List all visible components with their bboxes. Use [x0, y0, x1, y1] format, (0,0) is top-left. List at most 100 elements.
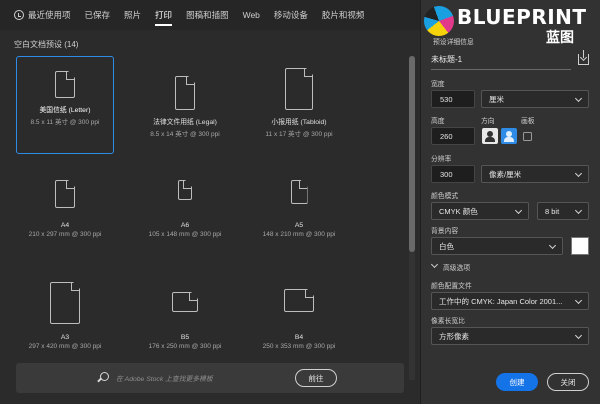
chevron-down-icon [574, 206, 583, 215]
tab-web[interactable]: Web [243, 0, 260, 30]
close-button[interactable]: 关闭 [547, 373, 589, 391]
tab-label: 胶片和视频 [321, 10, 365, 20]
preset-a3[interactable]: A3 297 x 420 mm @ 300 ppi [16, 282, 114, 350]
portrait-orientation-icon[interactable] [482, 128, 498, 144]
preset-size: 105 x 148 mm @ 300 ppi [148, 231, 222, 238]
save-preset-icon[interactable] [578, 50, 589, 65]
logo-subtext: 蓝图 [546, 29, 574, 45]
chevron-down-icon[interactable] [430, 260, 439, 269]
preset-grid: 美国信纸 (Letter) 8.5 x 11 英寸 @ 300 ppi 法律文件… [14, 56, 404, 380]
preset-legal[interactable]: 法律文件用纸 (Legal) 8.5 x 14 英寸 @ 300 ppi [136, 76, 234, 138]
details-panel: BLUEPRINT 蓝图 预设详细信息 未标题-1 宽度 530 厘米 高度 方… [419, 0, 600, 404]
scrollbar-thumb[interactable] [409, 56, 415, 252]
height-field[interactable]: 260 [431, 127, 475, 145]
tab-saved[interactable]: 已保存 [85, 0, 111, 30]
color-mode-select[interactable]: CMYK 颜色 [431, 202, 529, 220]
pixel-ratio-label: 像素长宽比 [431, 318, 465, 325]
background-select[interactable]: 白色 [431, 237, 563, 255]
chevron-down-icon [574, 94, 583, 103]
dropdown-value: 8 bit [545, 206, 560, 216]
preset-a5[interactable]: A5 148 x 210 mm @ 300 ppi [250, 180, 348, 238]
preset-size: 8.5 x 11 英寸 @ 300 ppi [30, 119, 100, 126]
tab-photo[interactable]: 照片 [124, 0, 141, 30]
width-label: 宽度 [431, 81, 445, 88]
advanced-options-toggle[interactable]: 高级选项 [443, 262, 470, 272]
category-tabs: 最近使用项 已保存 照片 打印 图稿和插图 Web 移动设备 胶片和视频 [0, 0, 420, 30]
preset-name: A3 [60, 334, 70, 341]
preset-name: 小报用纸 (Tabloid) [271, 119, 327, 126]
artboard-label: 画板 [521, 118, 535, 125]
preset-size: 148 x 210 mm @ 300 ppi [262, 231, 336, 238]
color-mode-label: 颜色模式 [431, 193, 459, 200]
color-profile-select[interactable]: 工作中的 CMYK: Japan Color 2001... [431, 292, 589, 310]
logo-emblem-icon [419, 1, 459, 41]
preset-name: 法律文件用纸 (Legal) [153, 119, 217, 126]
height-label: 高度 [431, 118, 445, 125]
section-title: 空白文档预设 (14) [14, 40, 79, 49]
dropdown-value: 方形像素 [439, 331, 469, 341]
tab-label: 最近使用项 [28, 10, 71, 20]
dropdown-value: 像素/厘米 [489, 169, 522, 179]
preset-panel: 空白文档预设 (14) 美国信纸 (Letter) 8.5 x 11 英寸 @ … [0, 30, 420, 404]
landscape-orientation-icon[interactable] [501, 128, 517, 144]
background-label: 背景内容 [431, 228, 459, 235]
tab-label: 打印 [155, 10, 173, 20]
tab-label: Web [242, 10, 260, 20]
dropdown-value: CMYK 颜色 [439, 206, 478, 216]
create-button[interactable]: 创建 [496, 373, 538, 391]
preset-a4[interactable]: A4 210 x 297 mm @ 300 ppi [16, 180, 114, 238]
document-icon [55, 180, 75, 208]
tab-label: 移动设备 [273, 10, 308, 20]
preset-size: 176 x 250 mm @ 300 ppi [148, 343, 222, 350]
width-field[interactable]: 530 [431, 90, 475, 108]
preset-name: A6 [180, 222, 190, 229]
chevron-down-icon [574, 169, 583, 178]
preset-b5[interactable]: B5 176 x 250 mm @ 300 ppi [136, 292, 234, 350]
tab-art-illustration[interactable]: 图稿和插图 [186, 0, 229, 30]
tab-print[interactable]: 打印 [155, 0, 173, 30]
document-icon [55, 71, 75, 98]
preset-size: 11 x 17 英寸 @ 300 ppi [265, 131, 333, 138]
width-unit-select[interactable]: 厘米 [481, 90, 589, 108]
stock-search-bar: 在 Adobe Stock 上查找更多模板 前往 [16, 363, 404, 393]
dropdown-value: 厘米 [489, 94, 504, 104]
preset-size: 250 x 353 mm @ 300 ppi [262, 343, 336, 350]
search-icon [100, 372, 109, 381]
tab-label: 已保存 [84, 10, 111, 20]
preset-b4[interactable]: B4 250 x 353 mm @ 300 ppi [250, 289, 348, 350]
dropdown-value: 白色 [439, 241, 454, 251]
document-icon [285, 68, 313, 110]
clock-icon [14, 10, 24, 20]
preset-name: A4 [60, 222, 70, 229]
search-input[interactable]: 在 Adobe Stock 上查找更多模板 [116, 373, 213, 383]
preset-size: 297 x 420 mm @ 300 ppi [28, 343, 102, 350]
person-body [504, 137, 514, 142]
go-button[interactable]: 前往 [295, 369, 337, 387]
preset-letter[interactable]: 美国信纸 (Letter) 8.5 x 11 英寸 @ 300 ppi [16, 56, 114, 154]
document-icon [178, 180, 192, 200]
preset-a6[interactable]: A6 105 x 148 mm @ 300 ppi [136, 180, 234, 238]
document-icon [284, 289, 314, 312]
tab-recent[interactable]: 最近使用项 [14, 0, 71, 30]
pixel-ratio-select[interactable]: 方形像素 [431, 327, 589, 345]
preset-tabloid[interactable]: 小报用纸 (Tabloid) 11 x 17 英寸 @ 300 ppi [250, 68, 348, 138]
document-icon [50, 282, 80, 324]
artboard-checkbox[interactable] [523, 132, 532, 141]
background-color-swatch[interactable] [571, 237, 589, 255]
resolution-field[interactable]: 300 [431, 165, 475, 183]
chevron-down-icon [574, 296, 583, 305]
tab-mobile[interactable]: 移动设备 [274, 0, 308, 30]
bit-depth-select[interactable]: 8 bit [537, 202, 589, 220]
resolution-label: 分辨率 [431, 156, 452, 163]
tab-film-video[interactable]: 胶片和视频 [322, 0, 365, 30]
document-name-field[interactable]: 未标题-1 [431, 54, 571, 70]
preset-size: 210 x 297 mm @ 300 ppi [28, 231, 102, 238]
document-icon [291, 180, 308, 204]
chevron-down-icon [514, 206, 523, 215]
logo-text: BLUEPRINT [457, 5, 587, 29]
color-profile-label: 颜色配置文件 [431, 283, 472, 290]
resolution-unit-select[interactable]: 像素/厘米 [481, 165, 589, 183]
preset-name: A5 [294, 222, 304, 229]
tab-label: 照片 [124, 10, 142, 20]
preset-name: B5 [180, 334, 190, 341]
